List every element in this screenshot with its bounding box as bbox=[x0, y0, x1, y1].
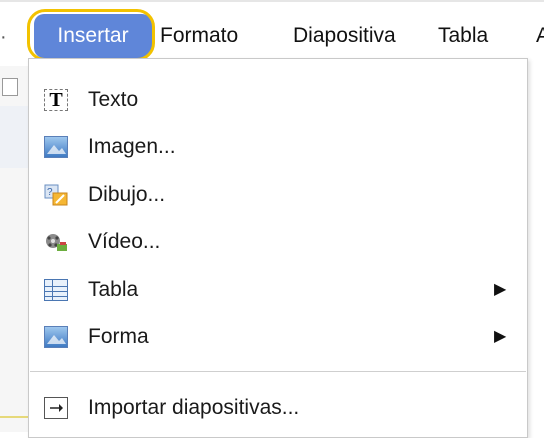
menu-separator bbox=[30, 371, 526, 372]
drawing-icon: ? bbox=[44, 184, 68, 206]
table-icon bbox=[44, 279, 68, 301]
import-icon bbox=[44, 397, 68, 419]
menu-item-video[interactable]: Vídeo... bbox=[30, 219, 526, 265]
menu-insertar[interactable]: Insertar bbox=[34, 14, 152, 58]
insert-menu-dropdown: T Texto Imagen... ? Dibujo... Vídeo... T… bbox=[28, 58, 528, 438]
menu-item-label: Forma bbox=[88, 325, 149, 348]
svg-text:?: ? bbox=[47, 187, 53, 198]
menu-bar: · Insertar Formato Diapositiva Tabla A bbox=[0, 0, 544, 66]
video-icon bbox=[44, 231, 68, 253]
menu-formato[interactable]: Formato bbox=[160, 16, 238, 56]
menu-item-dibujo[interactable]: ? Dibujo... bbox=[30, 172, 526, 218]
image-icon bbox=[44, 136, 68, 158]
menu-item-imagen[interactable]: Imagen... bbox=[30, 124, 526, 170]
submenu-arrow-icon: ▶ bbox=[494, 281, 507, 298]
menu-bar-top-border bbox=[0, 0, 544, 2]
text-box-icon: T bbox=[44, 89, 68, 111]
menu-tabla[interactable]: Tabla bbox=[438, 16, 488, 56]
previous-menu-edge: · bbox=[0, 26, 7, 48]
menu-diapositiva[interactable]: Diapositiva bbox=[293, 16, 396, 56]
menu-item-label: Imagen... bbox=[88, 135, 176, 158]
menu-item-importar[interactable]: Importar diapositivas... bbox=[30, 385, 526, 431]
menu-item-label: Texto bbox=[88, 88, 139, 111]
menu-item-label: Dibujo... bbox=[88, 183, 166, 206]
menu-item-tabla[interactable]: Tabla ▶ bbox=[30, 267, 526, 313]
new-document-icon bbox=[2, 78, 18, 96]
menu-item-label: Tabla bbox=[88, 278, 139, 301]
submenu-arrow-icon: ▶ bbox=[494, 328, 507, 345]
menu-item-forma[interactable]: Forma ▶ bbox=[30, 314, 526, 360]
toolbar-strip bbox=[0, 106, 28, 168]
editor-background bbox=[0, 66, 28, 432]
menu-item-label: Vídeo... bbox=[88, 230, 161, 253]
guide-line bbox=[0, 416, 28, 418]
shape-icon bbox=[44, 326, 68, 348]
menu-next-truncated[interactable]: A bbox=[536, 16, 544, 56]
menu-item-texto[interactable]: T Texto bbox=[30, 77, 526, 123]
menu-item-label: Importar diapositivas... bbox=[88, 396, 300, 419]
